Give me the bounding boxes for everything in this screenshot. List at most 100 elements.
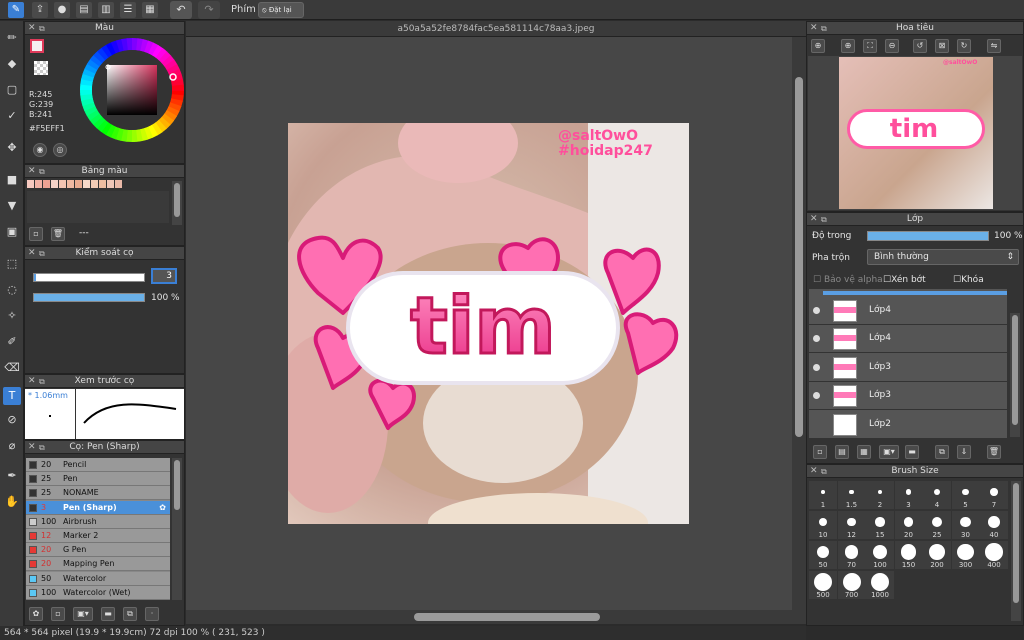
new-layer-icon[interactable]: ▫: [813, 445, 827, 459]
brush-size-option[interactable]: 25: [923, 511, 951, 539]
brush-list-item[interactable]: 100 Airbrush: [26, 514, 170, 529]
foreground-color-swatch[interactable]: [30, 39, 44, 53]
brush-size-option[interactable]: 2: [866, 481, 894, 509]
brush-size-option[interactable]: 12: [837, 511, 866, 539]
zoom-out-icon[interactable]: ⊖: [885, 39, 899, 53]
lasso-tool-icon[interactable]: ◌: [3, 281, 21, 299]
palette-swatch[interactable]: [51, 180, 58, 188]
hand-tool-icon[interactable]: ✋: [3, 493, 21, 511]
brush-opacity-slider[interactable]: [33, 293, 145, 302]
brush-list-item[interactable]: 3 Pen (Sharp) ✿: [26, 500, 170, 515]
popout-icon[interactable]: ⧉: [821, 22, 827, 35]
trash-icon[interactable]: 🗑: [51, 227, 65, 241]
palette-swatch[interactable]: [115, 180, 122, 188]
layer-opacity-slider[interactable]: [867, 231, 989, 241]
visibility-icon[interactable]: [813, 363, 820, 371]
layer-row[interactable]: Lớp4: [809, 325, 1007, 354]
layer-row[interactable]: Lớp2: [809, 410, 1007, 439]
close-icon[interactable]: ✕: [28, 165, 36, 178]
layer-row[interactable]: Lớp4: [809, 297, 1007, 325]
brush-size-option[interactable]: 500: [809, 571, 837, 599]
close-icon[interactable]: ✕: [810, 465, 818, 478]
popout-icon[interactable]: ⧉: [39, 247, 45, 260]
eraser-tool-icon[interactable]: ◆: [3, 55, 21, 73]
popout-icon[interactable]: ⧉: [39, 375, 45, 388]
background-color-swatch[interactable]: [34, 61, 48, 75]
delete-layer-icon[interactable]: 🗑: [987, 445, 1001, 459]
brush-size-option[interactable]: 100: [866, 541, 894, 569]
brush-size-option[interactable]: 30: [951, 511, 980, 539]
flip-icon[interactable]: ⇋: [987, 39, 1001, 53]
fill-rect-tool-icon[interactable]: ■: [3, 171, 21, 189]
protect-alpha-checkbox[interactable]: ☐ Bảo vệ alpha: [813, 275, 883, 285]
palette-scrollbar[interactable]: [172, 181, 182, 225]
document-tab[interactable]: a50a5a52fe8784fac5ea581114c78aa3.jpeg: [186, 21, 806, 37]
brush-size-slider[interactable]: [33, 273, 145, 282]
undo-icon[interactable]: ↶: [170, 1, 192, 19]
fit-icon[interactable]: ⛶: [863, 39, 877, 53]
more-icon[interactable]: ·: [145, 607, 159, 621]
brush-size-scrollbar[interactable]: [1011, 481, 1021, 621]
move-tool-icon[interactable]: ✥: [3, 139, 21, 157]
brush-settings-icon[interactable]: ✿: [29, 607, 43, 621]
blend-mode-select[interactable]: Bình thường ⇕: [867, 249, 1019, 265]
zoom-in-alt-icon[interactable]: ⊕: [841, 39, 855, 53]
magic-wand-tool-icon[interactable]: ✧: [3, 307, 21, 325]
layer-folder-icon[interactable]: ▬: [905, 445, 919, 459]
layer-row[interactable]: Lớp3: [809, 382, 1007, 411]
rectangle-tool-icon[interactable]: ▢: [3, 81, 21, 99]
visibility-icon[interactable]: [813, 392, 820, 400]
palette-swatch[interactable]: [107, 180, 114, 188]
duplicate-layer-icon[interactable]: ⧉: [935, 445, 949, 459]
brush-size-option[interactable]: 1000: [866, 571, 894, 599]
popout-icon[interactable]: ⧉: [39, 22, 45, 35]
divide-tool-icon[interactable]: ⊘: [3, 411, 21, 429]
share-icon[interactable]: ⇪: [32, 2, 48, 18]
redo-icon[interactable]: ↷: [198, 1, 220, 19]
color-wheel[interactable]: [79, 37, 185, 143]
halftone-layer-icon[interactable]: ▦: [857, 445, 871, 459]
close-icon[interactable]: ✕: [28, 375, 36, 388]
eyedropper-tool-icon[interactable]: ⌀: [3, 437, 21, 455]
new-brush-icon[interactable]: ▫: [51, 607, 65, 621]
clipping-checkbox[interactable]: ☐Xén bớt: [883, 275, 926, 285]
rotate-left-icon[interactable]: ↺: [913, 39, 927, 53]
close-icon[interactable]: ✕: [28, 247, 36, 260]
brush-size-option[interactable]: 1: [809, 481, 837, 509]
palette-swatch[interactable]: [67, 180, 74, 188]
layer-list-scrollbar[interactable]: [1010, 313, 1020, 437]
brush-size-option[interactable]: 70: [837, 541, 866, 569]
pen-tool-icon[interactable]: ✒: [3, 467, 21, 485]
copy-brush-icon[interactable]: ▣▾: [73, 607, 93, 621]
brush-size-option[interactable]: 7: [980, 481, 1008, 509]
brush-list-item[interactable]: 12 Marker 2: [26, 529, 170, 543]
palette-swatch[interactable]: [75, 180, 82, 188]
bucket-tool-icon[interactable]: ▼: [3, 197, 21, 215]
folder-icon[interactable]: ▬: [101, 607, 115, 621]
palette-swatch[interactable]: [59, 180, 66, 188]
close-icon[interactable]: ✕: [810, 22, 818, 35]
color-picker-icon[interactable]: ◎: [53, 143, 67, 157]
comment-icon[interactable]: ▤: [76, 2, 92, 18]
brush-size-option[interactable]: 150: [894, 541, 923, 569]
popout-icon[interactable]: ⧉: [821, 465, 827, 478]
brush-size-option[interactable]: 15: [866, 511, 894, 539]
merge-layer-icon[interactable]: ⇓: [957, 445, 971, 459]
close-icon[interactable]: ✕: [810, 213, 818, 226]
layer-row[interactable]: Lớp3: [809, 353, 1007, 382]
brush-size-option[interactable]: 4: [923, 481, 951, 509]
brush-list-item[interactable]: 20 G Pen: [26, 543, 170, 558]
rotate-right-icon[interactable]: ↻: [957, 39, 971, 53]
reset-view-icon[interactable]: ⊠: [935, 39, 949, 53]
brush-list-item[interactable]: 50 Watercolor: [26, 571, 170, 586]
palette-swatch[interactable]: [99, 180, 106, 188]
visibility-icon[interactable]: [813, 335, 820, 343]
artwork-canvas[interactable]: tim @saltOwO #hoidap247: [288, 123, 689, 524]
brush-size-option[interactable]: 3: [894, 481, 923, 509]
canvas-horizontal-scrollbar[interactable]: [186, 610, 806, 624]
brush-size-option[interactable]: 50: [809, 541, 837, 569]
brush-size-input[interactable]: 3: [151, 268, 177, 284]
select-pen-tool-icon[interactable]: ✐: [3, 333, 21, 351]
new-layer-alt-icon[interactable]: ▤: [835, 445, 849, 459]
canvas-vertical-scrollbar[interactable]: [792, 37, 806, 610]
